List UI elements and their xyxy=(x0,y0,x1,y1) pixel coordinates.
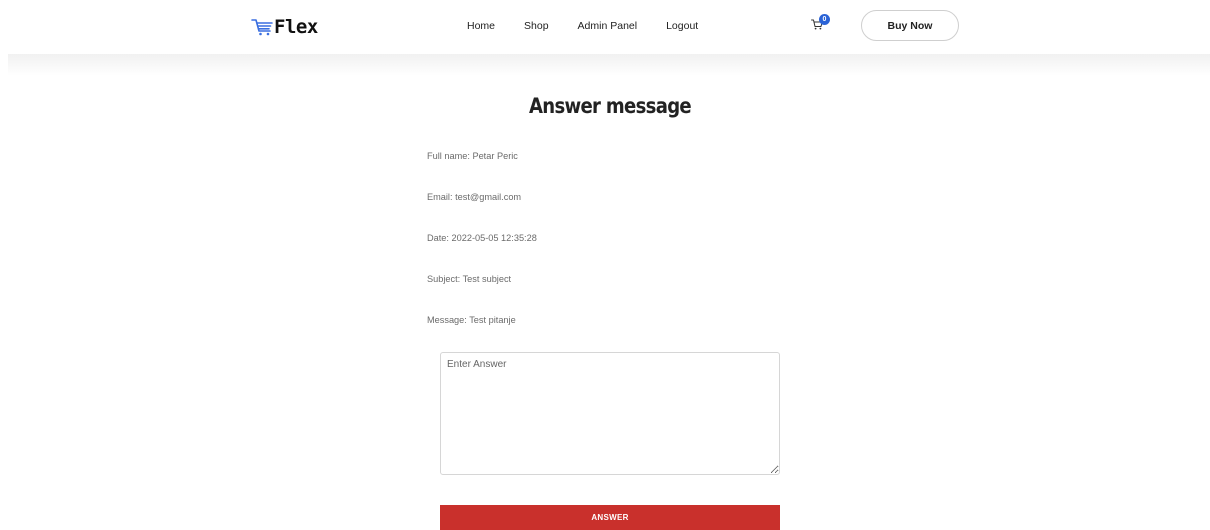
date-text: Date: 2022-05-05 12:35:28 xyxy=(427,233,537,243)
cart-button[interactable]: 0 xyxy=(811,14,833,32)
page-title: Answer message xyxy=(528,94,692,118)
answer-textarea[interactable] xyxy=(440,352,780,475)
email-text: Email: test@gmail.com xyxy=(427,192,522,202)
cart-count-badge: 0 xyxy=(819,14,830,25)
cart-logo-icon xyxy=(251,19,273,36)
brand-name: Flex xyxy=(274,16,318,38)
nav-item-shop[interactable]: Shop xyxy=(524,19,549,33)
nav-item-admin-panel[interactable]: Admin Panel xyxy=(578,19,638,33)
nav-item-home[interactable]: Home xyxy=(467,19,495,33)
brand-logo[interactable]: Flex xyxy=(251,14,318,40)
answer-submit-button[interactable]: ANSWER xyxy=(440,505,780,530)
nav-item-logout[interactable]: Logout xyxy=(666,19,698,33)
navbar-shadow xyxy=(8,54,1210,76)
main-menu: Home Shop Admin Panel Logout xyxy=(467,19,727,33)
navbar: Flex Home Shop Admin Panel Logout 0 Buy … xyxy=(0,0,1210,54)
subject-text: Subject: Test subject xyxy=(427,274,512,284)
full-name-text: Full name: Petar Peric xyxy=(427,151,518,161)
buy-now-button[interactable]: Buy Now xyxy=(861,10,959,41)
message-text: Message: Test pitanje xyxy=(427,315,516,325)
